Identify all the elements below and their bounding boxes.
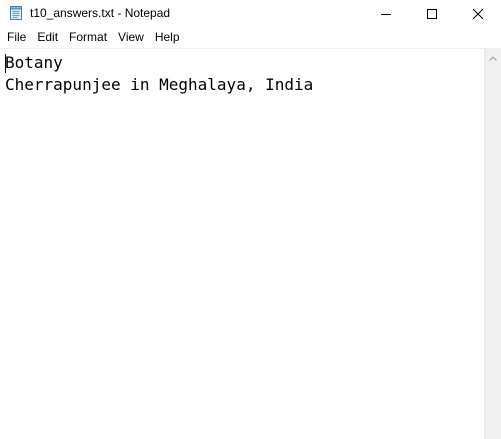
minimize-icon — [381, 9, 391, 19]
menu-edit[interactable]: Edit — [31, 27, 63, 47]
menu-help[interactable]: Help — [149, 27, 185, 47]
text-editor[interactable]: Botany Cherrapunjee in Meghalaya, India — [0, 48, 484, 439]
menu-file[interactable]: File — [0, 27, 31, 47]
editor-line: Cherrapunjee in Meghalaya, India — [5, 75, 314, 94]
editor-line: Botany — [5, 53, 63, 72]
menu-bar: File Edit Format View Help — [0, 27, 501, 47]
chevron-up-icon — [489, 48, 497, 66]
notepad-icon — [8, 5, 24, 21]
vertical-scrollbar[interactable] — [484, 48, 501, 439]
window-title: t10_answers.txt - Notepad — [30, 6, 171, 20]
text-caret — [5, 54, 6, 73]
title-bar[interactable]: t10_answers.txt - Notepad — [0, 0, 501, 27]
maximize-button[interactable] — [409, 0, 455, 27]
close-button[interactable] — [455, 0, 501, 27]
scroll-up-button[interactable] — [485, 48, 501, 65]
menu-format[interactable]: Format — [63, 27, 112, 47]
menu-view[interactable]: View — [112, 27, 149, 47]
close-icon — [473, 8, 483, 19]
notepad-window: t10_answers.txt - Notepad File Edit Form… — [0, 0, 501, 439]
minimize-button[interactable] — [363, 0, 409, 27]
editor-content: Botany Cherrapunjee in Meghalaya, India — [5, 52, 313, 96]
maximize-icon — [427, 8, 437, 19]
